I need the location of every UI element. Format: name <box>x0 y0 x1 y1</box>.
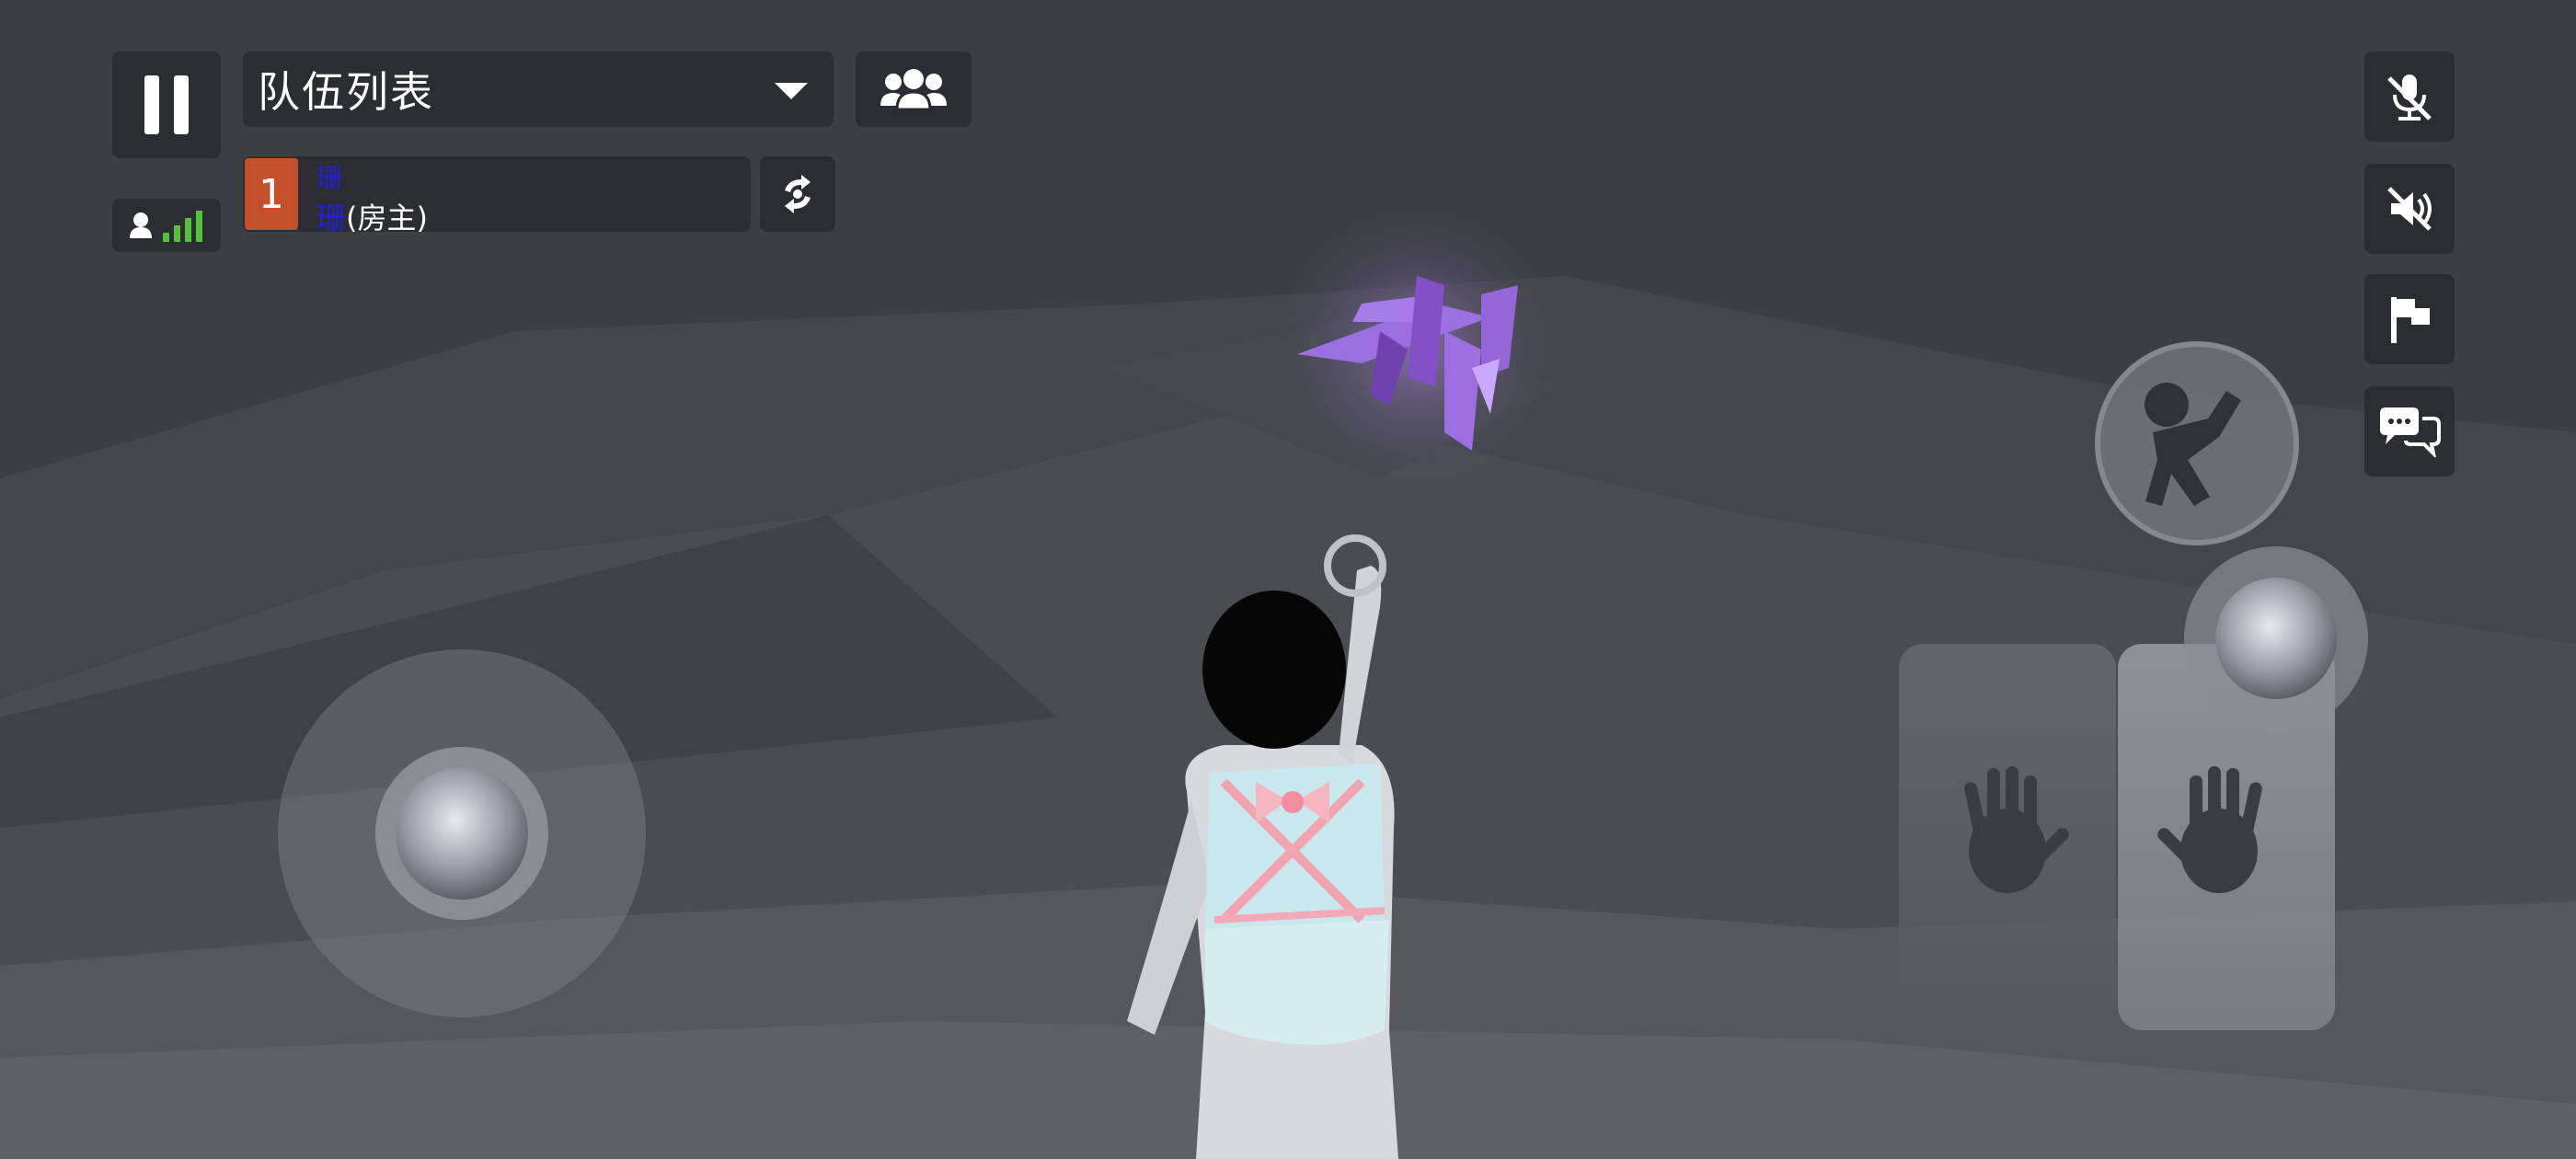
player-name-line1: 珊 <box>316 163 343 193</box>
network-status <box>112 199 221 252</box>
pause-button[interactable] <box>112 52 221 158</box>
jump-button[interactable] <box>2095 341 2299 545</box>
signal-strength-icon <box>163 211 202 242</box>
player-name-line2-prefix: 珊 <box>316 201 347 235</box>
player-list-item[interactable]: 1 珊 珊(房主) <box>243 156 751 235</box>
voice-muted-icon <box>2387 187 2432 231</box>
mute-mic-button[interactable] <box>2364 52 2455 142</box>
swap-icon <box>785 175 811 213</box>
host-label: (房主) <box>346 201 428 235</box>
player-rank-badge: 1 <box>245 158 298 230</box>
team-members-button[interactable] <box>856 52 972 127</box>
flag-icon <box>2391 297 2430 343</box>
swap-button[interactable] <box>760 156 835 232</box>
team-list-title: 队伍列表 <box>258 67 434 117</box>
flag-button[interactable] <box>2364 274 2455 364</box>
movement-joystick[interactable] <box>278 649 646 1017</box>
player-icon <box>130 212 152 238</box>
team-list-dropdown[interactable]: 队伍列表 <box>243 52 834 127</box>
player-name-line2: 珊(房主) <box>316 195 428 237</box>
purple-crystal[interactable] <box>1260 193 1573 506</box>
team-members-icon <box>880 69 947 111</box>
mic-muted-icon <box>2387 75 2432 120</box>
chat-icon <box>2380 407 2441 457</box>
chat-button[interactable] <box>2364 386 2455 476</box>
action-joystick[interactable] <box>2184 546 2368 730</box>
mute-voice-button[interactable] <box>2364 164 2455 254</box>
pause-icon <box>144 75 189 134</box>
chevron-down-icon <box>775 83 808 99</box>
